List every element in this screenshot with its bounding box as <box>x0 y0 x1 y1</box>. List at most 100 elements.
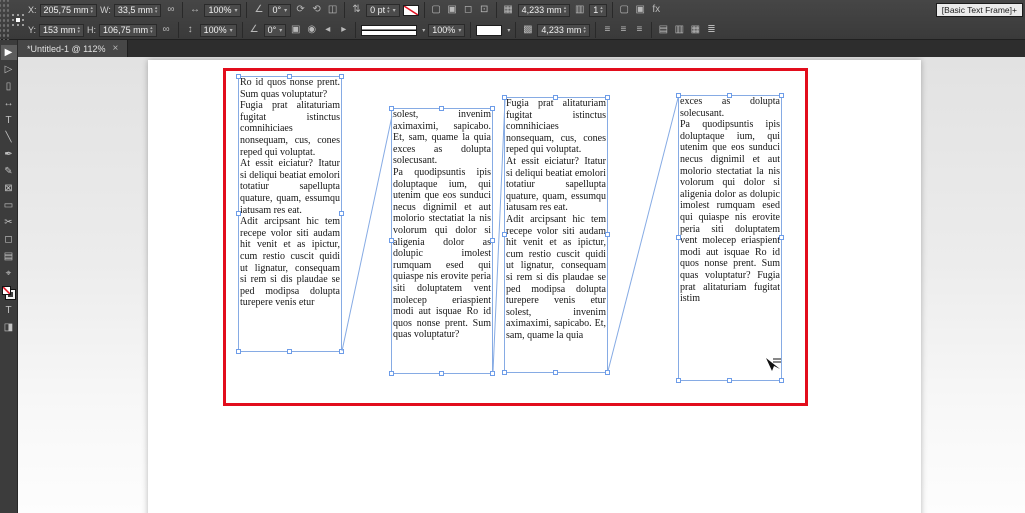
text-wrap-bounding-icon[interactable]: ▣ <box>634 3 647 17</box>
view-mode-button[interactable]: ◨ <box>1 320 17 335</box>
flip-horizontal-button[interactable]: ◫ <box>326 3 339 17</box>
previous-object-button[interactable]: ◂ <box>321 23 334 37</box>
vertical-align-center-button[interactable]: ▥ <box>673 23 686 37</box>
gap-tool[interactable]: ↔ <box>1 96 17 111</box>
frame-handle-mr[interactable] <box>605 232 610 237</box>
frame-fitting-fill-icon[interactable]: ▢ <box>430 3 443 17</box>
frame-fitting-center-icon[interactable]: ◻ <box>462 3 475 17</box>
vertical-align-top-button[interactable]: ▤ <box>657 23 670 37</box>
frame-handle-tr[interactable] <box>779 93 784 98</box>
dropdown-arrow-icon[interactable]: ▾ <box>422 27 425 34</box>
fill-swatch[interactable] <box>2 286 11 295</box>
shear-angle-field[interactable]: 0° ▾ <box>263 23 287 37</box>
rotation-angle-field[interactable]: 0° ▾ <box>268 3 292 17</box>
frame-fitting-proportional-icon[interactable]: ⊡ <box>478 3 491 17</box>
frame-handle-tr[interactable] <box>490 106 495 111</box>
frame-handle-mr[interactable] <box>779 235 784 240</box>
stroke-weight-field[interactable]: 0 pt ▴ ▾ ▾ <box>366 3 400 17</box>
text-wrap-none-icon[interactable]: ▢ <box>618 3 631 17</box>
scissors-tool[interactable]: ✂ <box>1 215 17 230</box>
pencil-tool[interactable]: ✎ <box>1 164 17 179</box>
pen-tool[interactable]: ✒ <box>1 147 17 162</box>
dropdown-arrow-icon[interactable]: ▾ <box>458 27 461 34</box>
document-tab[interactable]: *Untitled-1 @ 112% × <box>18 40 129 57</box>
frame-handle-mr[interactable] <box>490 238 495 243</box>
tint-field[interactable]: 100% ▾ <box>428 23 466 37</box>
frame-handle-br[interactable] <box>605 370 610 375</box>
gradient-tool[interactable]: ▤ <box>1 249 17 264</box>
stroke-weight-spinner[interactable]: ▴ ▾ <box>387 6 390 15</box>
type-tool[interactable]: T <box>1 113 17 128</box>
frame-handle-tl[interactable] <box>676 93 681 98</box>
object-style-dropdown[interactable]: [Basic Text Frame]+ <box>935 3 1023 17</box>
align-right-button[interactable]: ≡ <box>633 23 646 37</box>
gutter-spinner[interactable]: ▴ ▾ <box>564 6 567 15</box>
frame-handle-tl[interactable] <box>502 95 507 100</box>
select-content-button[interactable]: ◉ <box>305 23 318 37</box>
frame-handle-mr[interactable] <box>339 211 344 216</box>
eyedropper-tool[interactable]: ⌖ <box>1 266 17 281</box>
dropdown-arrow-icon[interactable]: ▾ <box>507 27 510 34</box>
frame-handle-ml[interactable] <box>389 238 394 243</box>
inset-spinner[interactable]: ▴ ▾ <box>583 26 586 35</box>
frame-handle-bl[interactable] <box>502 370 507 375</box>
type-on-path-tool[interactable]: T <box>1 303 17 318</box>
frame-handle-tm[interactable] <box>287 74 292 79</box>
scale-x-field[interactable]: 100% ▾ <box>204 3 242 17</box>
h-field[interactable]: 106,75 mm ▴ ▾ <box>99 23 157 37</box>
stroke-color-none-swatch[interactable] <box>402 4 419 16</box>
rectangle-frame-tool[interactable]: ⊠ <box>1 181 17 196</box>
frame-handle-tm[interactable] <box>727 93 732 98</box>
dropdown-arrow-icon[interactable]: ▾ <box>393 7 396 14</box>
tab-close-icon[interactable]: × <box>113 43 119 54</box>
frame-handle-tm[interactable] <box>439 106 444 111</box>
misc-transform-icon[interactable]: ⇅ <box>350 3 363 17</box>
dropdown-arrow-icon[interactable]: ▾ <box>234 7 237 14</box>
reference-point-proxy[interactable] <box>11 13 25 27</box>
frame-handle-tl[interactable] <box>236 74 241 79</box>
frame-handle-tr[interactable] <box>605 95 610 100</box>
w-spinner[interactable]: ▴ ▾ <box>155 6 158 15</box>
scale-y-field[interactable]: 100% ▾ <box>199 23 237 37</box>
text-frame-4[interactable]: exces as dolupta solecusant. Pa quodipsun… <box>676 93 784 383</box>
align-left-button[interactable]: ≡ <box>601 23 614 37</box>
free-transform-tool[interactable]: ◻ <box>1 232 17 247</box>
vertical-align-bottom-button[interactable]: ▦ <box>689 23 702 37</box>
gutter-field[interactable]: 4,233 mm ▴ ▾ <box>517 3 571 17</box>
y-field[interactable]: 153 mm ▴ ▾ <box>39 23 85 37</box>
dropdown-arrow-icon[interactable]: ▾ <box>230 27 233 34</box>
columns-spinner[interactable]: ▴ ▾ <box>600 6 603 15</box>
frame-handle-tm[interactable] <box>553 95 558 100</box>
page-tool[interactable]: ▯ <box>1 79 17 94</box>
frame-handle-ml[interactable] <box>236 211 241 216</box>
frame-handle-ml[interactable] <box>676 235 681 240</box>
dropdown-arrow-icon[interactable]: ▾ <box>279 27 282 34</box>
columns-field[interactable]: 1 ▴ ▾ <box>589 3 607 17</box>
frame-handle-ml[interactable] <box>502 232 507 237</box>
frame-handle-bl[interactable] <box>676 378 681 383</box>
frame-handle-bl[interactable] <box>236 349 241 354</box>
effects-icon[interactable]: fx <box>650 3 663 17</box>
align-center-button[interactable]: ≡ <box>617 23 630 37</box>
select-container-button[interactable]: ▣ <box>289 23 302 37</box>
h-spinner[interactable]: ▴ ▾ <box>150 26 153 35</box>
frame-handle-bm[interactable] <box>287 349 292 354</box>
stroke-style-dropdown[interactable] <box>361 24 418 36</box>
text-frame-2[interactable]: solest, invenim aximaximi, sapicabo. Et,… <box>389 106 495 376</box>
x-spinner[interactable]: ▴ ▾ <box>91 6 94 15</box>
frame-handle-bm[interactable] <box>727 378 732 383</box>
rectangle-tool[interactable]: ▭ <box>1 198 17 213</box>
x-field[interactable]: 205,75 mm ▴ ▾ <box>39 3 98 17</box>
text-frame-3[interactable]: Fugia prat alitaturiam fugitat istinctus… <box>502 95 610 375</box>
direct-selection-tool[interactable]: ▷ <box>1 62 17 77</box>
frame-handle-bl[interactable] <box>389 371 394 376</box>
next-object-button[interactable]: ▸ <box>337 23 350 37</box>
w-field[interactable]: 33,5 mm ▴ ▾ <box>113 3 162 17</box>
rotate-cw-button[interactable]: ⟳ <box>294 3 307 17</box>
frame-handle-tr[interactable] <box>339 74 344 79</box>
frame-handle-br[interactable] <box>339 349 344 354</box>
fill-stroke-swatches[interactable] <box>2 286 15 299</box>
frame-handle-bm[interactable] <box>553 370 558 375</box>
inset-field[interactable]: 4,233 mm ▴ ▾ <box>537 23 590 37</box>
baseline-options-button[interactable]: ≣ <box>705 23 718 37</box>
